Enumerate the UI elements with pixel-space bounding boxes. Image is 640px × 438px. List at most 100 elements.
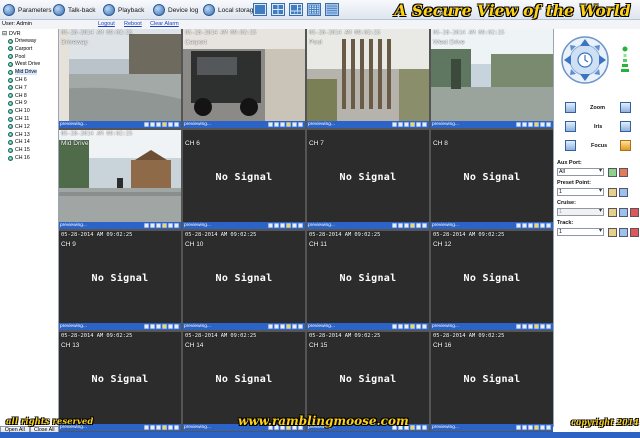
speaker-icon[interactable] bbox=[534, 425, 539, 430]
fullscreen-icon[interactable] bbox=[168, 324, 173, 329]
tree-item-channel[interactable]: CH 16 bbox=[8, 155, 30, 161]
track-stop-button[interactable] bbox=[630, 228, 639, 237]
tree-item-channel[interactable]: Driveway bbox=[8, 38, 36, 44]
speaker-icon[interactable] bbox=[286, 223, 291, 228]
record-icon[interactable] bbox=[398, 223, 403, 228]
tree-item-channel[interactable]: Carport bbox=[8, 46, 32, 52]
close-icon[interactable] bbox=[422, 324, 427, 329]
tree-item-channel[interactable]: CH 9 bbox=[8, 100, 27, 106]
close-icon[interactable] bbox=[174, 223, 179, 228]
snapshot-icon[interactable] bbox=[280, 223, 285, 228]
zoom-icon[interactable] bbox=[268, 324, 273, 329]
zoom-icon[interactable] bbox=[516, 223, 521, 228]
cruise-stop-button[interactable] bbox=[630, 208, 639, 217]
video-cell[interactable]: CH 6 No Signal previewing... bbox=[183, 130, 305, 229]
record-icon[interactable] bbox=[398, 324, 403, 329]
close-icon[interactable] bbox=[174, 425, 179, 430]
fullscreen-icon[interactable] bbox=[540, 324, 545, 329]
speaker-icon[interactable] bbox=[162, 223, 167, 228]
record-icon[interactable] bbox=[522, 223, 527, 228]
focus-far-button[interactable] bbox=[620, 140, 631, 151]
speaker-icon[interactable] bbox=[286, 122, 291, 127]
snapshot-icon[interactable] bbox=[156, 223, 161, 228]
tree-item-channel[interactable]: CH 6 bbox=[8, 77, 27, 83]
tree-item-channel[interactable]: CH 11 bbox=[8, 116, 29, 122]
close-icon[interactable] bbox=[174, 324, 179, 329]
track-start-button[interactable] bbox=[619, 228, 628, 237]
close-icon[interactable] bbox=[298, 122, 303, 127]
zoom-icon[interactable] bbox=[516, 324, 521, 329]
ptz-direction-pad[interactable] bbox=[560, 35, 610, 85]
focus-near-button[interactable] bbox=[565, 140, 576, 151]
speaker-icon[interactable] bbox=[534, 122, 539, 127]
speaker-icon[interactable] bbox=[410, 425, 415, 430]
fullscreen-icon[interactable] bbox=[416, 223, 421, 228]
track-edit-button[interactable] bbox=[608, 228, 617, 237]
tree-item-channel[interactable]: West Drive bbox=[8, 61, 40, 67]
zoom-icon[interactable] bbox=[392, 122, 397, 127]
local-storage-button[interactable]: Local storage bbox=[203, 3, 257, 17]
cruise-start-button[interactable] bbox=[619, 208, 628, 217]
close-icon[interactable] bbox=[546, 324, 551, 329]
speaker-icon[interactable] bbox=[410, 122, 415, 127]
tree-item-channel[interactable]: CH 14 bbox=[8, 139, 30, 145]
layout-1x1-button[interactable] bbox=[253, 3, 267, 16]
layout-4x4-button[interactable] bbox=[307, 3, 321, 16]
cruise-edit-button[interactable] bbox=[608, 208, 617, 217]
snapshot-icon[interactable] bbox=[156, 324, 161, 329]
snapshot-icon[interactable] bbox=[528, 324, 533, 329]
video-cell[interactable]: 05-28-2014 AM 09:02:25 Carport previewing.… bbox=[183, 29, 305, 128]
tree-item-channel[interactable]: Mid Drive bbox=[8, 69, 37, 76]
parameters-button[interactable]: Parameters bbox=[3, 3, 52, 17]
speaker-icon[interactable] bbox=[534, 324, 539, 329]
video-cell[interactable]: 05-28-2014 AM 09:02:25 CH 10 No Signal prev… bbox=[183, 231, 305, 330]
record-icon[interactable] bbox=[274, 324, 279, 329]
layout-3x3-button[interactable] bbox=[289, 3, 303, 16]
snapshot-icon[interactable] bbox=[528, 223, 533, 228]
tree-item-channel[interactable]: CH 13 bbox=[8, 132, 30, 138]
video-cell[interactable]: 05-28-2014 AM 09:02:25 Mid Drive previewin… bbox=[59, 130, 181, 229]
record-icon[interactable] bbox=[274, 223, 279, 228]
aux-off-button[interactable] bbox=[619, 168, 628, 177]
speaker-icon[interactable] bbox=[162, 122, 167, 127]
zoom-icon[interactable] bbox=[144, 324, 149, 329]
zoom-icon[interactable] bbox=[392, 324, 397, 329]
fullscreen-icon[interactable] bbox=[416, 122, 421, 127]
video-cell[interactable]: 05-28-2014 AM 09:02:25 Pool previewing... bbox=[307, 29, 429, 128]
aux-port-select[interactable]: All bbox=[557, 168, 604, 176]
record-icon[interactable] bbox=[150, 223, 155, 228]
preset-set-button[interactable] bbox=[608, 188, 617, 197]
tree-item-channel[interactable]: CH 12 bbox=[8, 124, 30, 130]
tree-item-channel[interactable]: CH 10 bbox=[8, 108, 30, 114]
iris-close-button[interactable] bbox=[565, 121, 576, 132]
close-icon[interactable] bbox=[174, 122, 179, 127]
zoom-icon[interactable] bbox=[268, 122, 273, 127]
close-icon[interactable] bbox=[546, 425, 551, 430]
zoom-icon[interactable] bbox=[144, 223, 149, 228]
speaker-icon[interactable] bbox=[534, 223, 539, 228]
fullscreen-icon[interactable] bbox=[168, 223, 173, 228]
speaker-icon[interactable] bbox=[162, 425, 167, 430]
talk-back-button[interactable]: Talk-back bbox=[53, 3, 95, 17]
video-cell[interactable]: 05-28-2014 AM 09:02:25 CH 9 No Signal previ… bbox=[59, 231, 181, 330]
playback-button[interactable]: Playback bbox=[103, 3, 144, 17]
aux-on-button[interactable] bbox=[608, 168, 617, 177]
video-cell[interactable]: 05-28-2014 AM 09:02:25 CH 11 No Signal prev… bbox=[307, 231, 429, 330]
snapshot-icon[interactable] bbox=[404, 324, 409, 329]
video-cell[interactable]: 05-28-2014 AM 09:02:25 CH 12 No Signal prev… bbox=[431, 231, 553, 330]
fullscreen-icon[interactable] bbox=[540, 425, 545, 430]
zoom-icon[interactable] bbox=[516, 122, 521, 127]
close-icon[interactable] bbox=[546, 122, 551, 127]
close-icon[interactable] bbox=[422, 122, 427, 127]
close-icon[interactable] bbox=[422, 425, 427, 430]
fullscreen-icon[interactable] bbox=[292, 122, 297, 127]
preset-point-select[interactable]: 1 bbox=[557, 188, 604, 196]
record-icon[interactable] bbox=[522, 425, 527, 430]
zoom-icon[interactable] bbox=[392, 223, 397, 228]
speaker-icon[interactable] bbox=[162, 324, 167, 329]
zoom-icon[interactable] bbox=[268, 223, 273, 228]
close-icon[interactable] bbox=[298, 324, 303, 329]
record-icon[interactable] bbox=[150, 122, 155, 127]
fullscreen-icon[interactable] bbox=[168, 122, 173, 127]
close-icon[interactable] bbox=[422, 223, 427, 228]
